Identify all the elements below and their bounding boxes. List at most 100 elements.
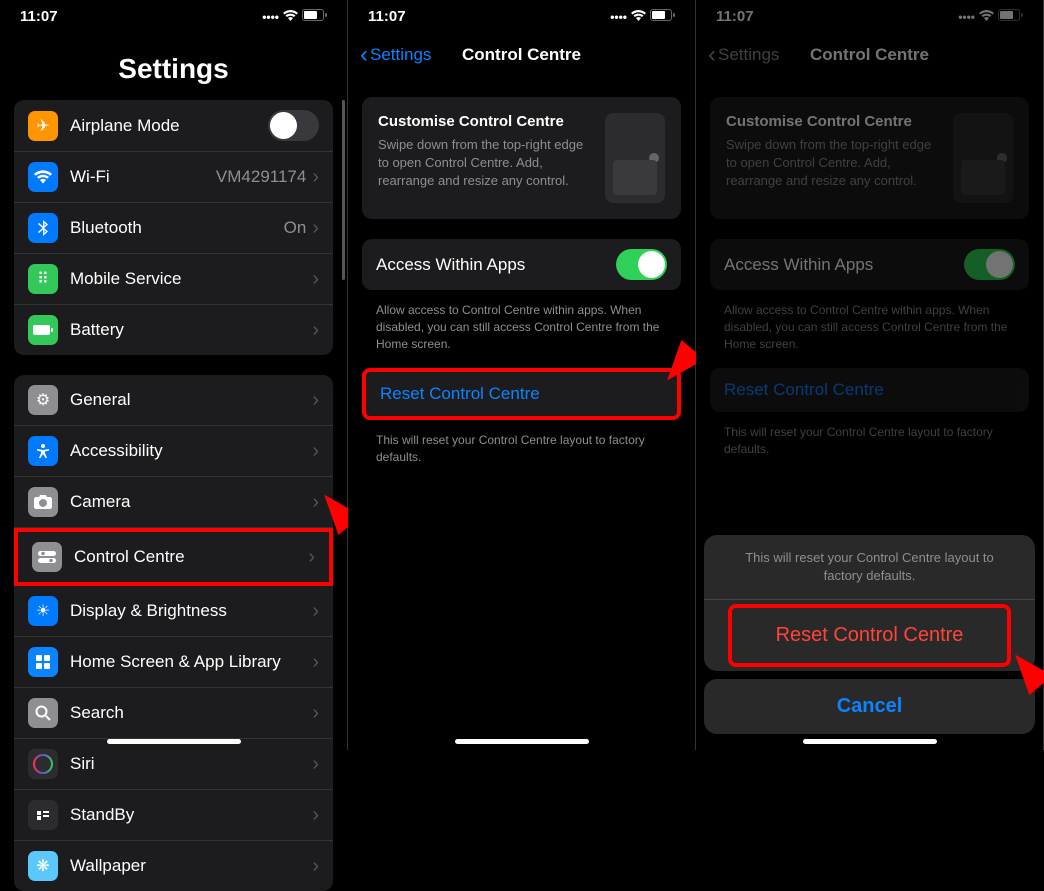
scrollbar[interactable] — [342, 100, 345, 280]
status-bar: 11:07 •••• — [348, 0, 695, 33]
battery-row[interactable]: Battery › — [14, 305, 333, 355]
wifi-row[interactable]: Wi-Fi VM4291174 › — [14, 152, 333, 203]
camera-icon — [28, 487, 58, 517]
display-label: Display & Brightness — [70, 601, 312, 621]
search-icon — [28, 698, 58, 728]
display-row[interactable]: ☀ Display & Brightness › — [14, 586, 333, 637]
status-icons: •••• — [958, 9, 1023, 24]
chevron-left-icon: ‹ — [360, 41, 368, 69]
sheet-reset-button[interactable]: Reset Control Centre — [728, 604, 1011, 667]
brightness-icon: ☀ — [28, 596, 58, 626]
control-centre-icon — [32, 542, 62, 572]
chevron-icon: › — [312, 217, 319, 240]
back-button: ‹ Settings — [708, 41, 779, 69]
standby-row[interactable]: StandBy › — [14, 790, 333, 841]
airplane-toggle[interactable] — [268, 110, 319, 141]
general-label: General — [70, 390, 312, 410]
siri-row[interactable]: Siri › — [14, 739, 333, 790]
camera-row[interactable]: Camera › — [14, 477, 333, 528]
status-time: 11:07 — [716, 8, 754, 25]
control-centre-graphic — [605, 113, 665, 203]
card-title: Customise Control Centre — [378, 113, 591, 130]
battery-icon — [998, 9, 1023, 24]
siri-label: Siri — [70, 754, 312, 774]
battery-icon — [302, 9, 327, 24]
nav-title: Control Centre — [810, 45, 929, 65]
bluetooth-value: On — [284, 218, 307, 238]
status-bar: 11:07 •••• — [0, 0, 347, 33]
connectivity-section: ✈ Airplane Mode Wi-Fi VM4291174 › Blueto… — [14, 100, 333, 355]
chevron-icon: › — [312, 855, 319, 878]
card-title: Customise Control Centre — [726, 113, 939, 130]
sheet-cancel-button[interactable]: Cancel — [704, 679, 1035, 734]
battery-icon — [650, 9, 675, 24]
status-icons: •••• — [262, 9, 327, 24]
nav-bar: ‹ Settings Control Centre — [348, 33, 695, 77]
status-bar: 11:07 •••• — [696, 0, 1043, 33]
wifi-icon — [283, 10, 298, 24]
cellular-icon: •••• — [262, 10, 279, 24]
status-time: 11:07 — [20, 8, 58, 25]
back-label: Settings — [718, 45, 779, 65]
reset-button[interactable]: Reset Control Centre — [366, 372, 677, 416]
accessibility-row[interactable]: Accessibility › — [14, 426, 333, 477]
accessibility-label: Accessibility — [70, 441, 312, 461]
general-section: ⚙ General › Accessibility › Camera › — [14, 375, 333, 891]
action-sheet: This will reset your Control Centre layo… — [696, 527, 1043, 750]
home-screen-row[interactable]: Home Screen & App Library › — [14, 637, 333, 688]
access-section: Access Within Apps — [710, 239, 1029, 290]
chevron-icon: › — [312, 166, 319, 189]
wallpaper-label: Wallpaper — [70, 856, 312, 876]
access-toggle — [964, 249, 1015, 280]
mobile-row[interactable]: ⠿ Mobile Service › — [14, 254, 333, 305]
wifi-label: Wi-Fi — [70, 167, 216, 187]
airplane-icon: ✈ — [28, 111, 58, 141]
back-button[interactable]: ‹ Settings — [360, 41, 431, 69]
access-toggle[interactable] — [616, 249, 667, 280]
access-label: Access Within Apps — [376, 255, 525, 275]
cellular-icon: •••• — [610, 10, 627, 24]
access-within-apps-row[interactable]: Access Within Apps — [362, 239, 681, 290]
card-description: Swipe down from the top-right edge to op… — [378, 136, 591, 191]
control-centre-row[interactable]: Control Centre › — [14, 528, 333, 586]
accessibility-icon — [28, 436, 58, 466]
airplane-label: Airplane Mode — [70, 116, 268, 136]
status-time: 11:07 — [368, 8, 406, 25]
standby-icon — [28, 800, 58, 830]
chevron-icon: › — [312, 702, 319, 725]
home-indicator[interactable] — [107, 739, 241, 744]
nav-title: Control Centre — [462, 45, 581, 65]
reset-section: Reset Control Centre — [710, 368, 1029, 412]
wifi-icon — [631, 10, 646, 24]
standby-label: StandBy — [70, 805, 312, 825]
sheet-message: This will reset your Control Centre layo… — [704, 535, 1035, 600]
settings-screen: 11:07 •••• Settings ✈ Airplane Mode Wi-F… — [0, 0, 348, 750]
home-indicator[interactable] — [455, 739, 589, 744]
general-row[interactable]: ⚙ General › — [14, 375, 333, 426]
reset-description: This will reset your Control Centre layo… — [362, 426, 681, 482]
action-sheet-screen: 11:07 •••• ‹ Settings Control Centre Cus… — [696, 0, 1044, 750]
chevron-icon: › — [312, 440, 319, 463]
access-description: Allow access to Control Centre within ap… — [362, 296, 681, 368]
access-description: Allow access to Control Centre within ap… — [710, 296, 1029, 368]
home-screen-icon — [28, 647, 58, 677]
access-section: Access Within Apps — [362, 239, 681, 290]
airplane-row[interactable]: ✈ Airplane Mode — [14, 100, 333, 152]
reset-description: This will reset your Control Centre layo… — [710, 418, 1029, 474]
camera-label: Camera — [70, 492, 312, 512]
home-screen-label: Home Screen & App Library — [70, 652, 312, 672]
back-label: Settings — [370, 45, 431, 65]
cellular-icon: •••• — [958, 10, 975, 24]
chevron-icon: › — [312, 600, 319, 623]
battery-label: Battery — [70, 320, 312, 340]
chevron-icon: › — [312, 753, 319, 776]
wallpaper-row[interactable]: ❋ Wallpaper › — [14, 841, 333, 891]
bluetooth-row[interactable]: Bluetooth On › — [14, 203, 333, 254]
chevron-left-icon: ‹ — [708, 41, 716, 69]
access-label: Access Within Apps — [724, 255, 873, 275]
search-label: Search — [70, 703, 312, 723]
antenna-icon: ⠿ — [28, 264, 58, 294]
home-indicator[interactable] — [803, 739, 937, 744]
search-row[interactable]: Search › — [14, 688, 333, 739]
wifi-icon — [979, 10, 994, 24]
